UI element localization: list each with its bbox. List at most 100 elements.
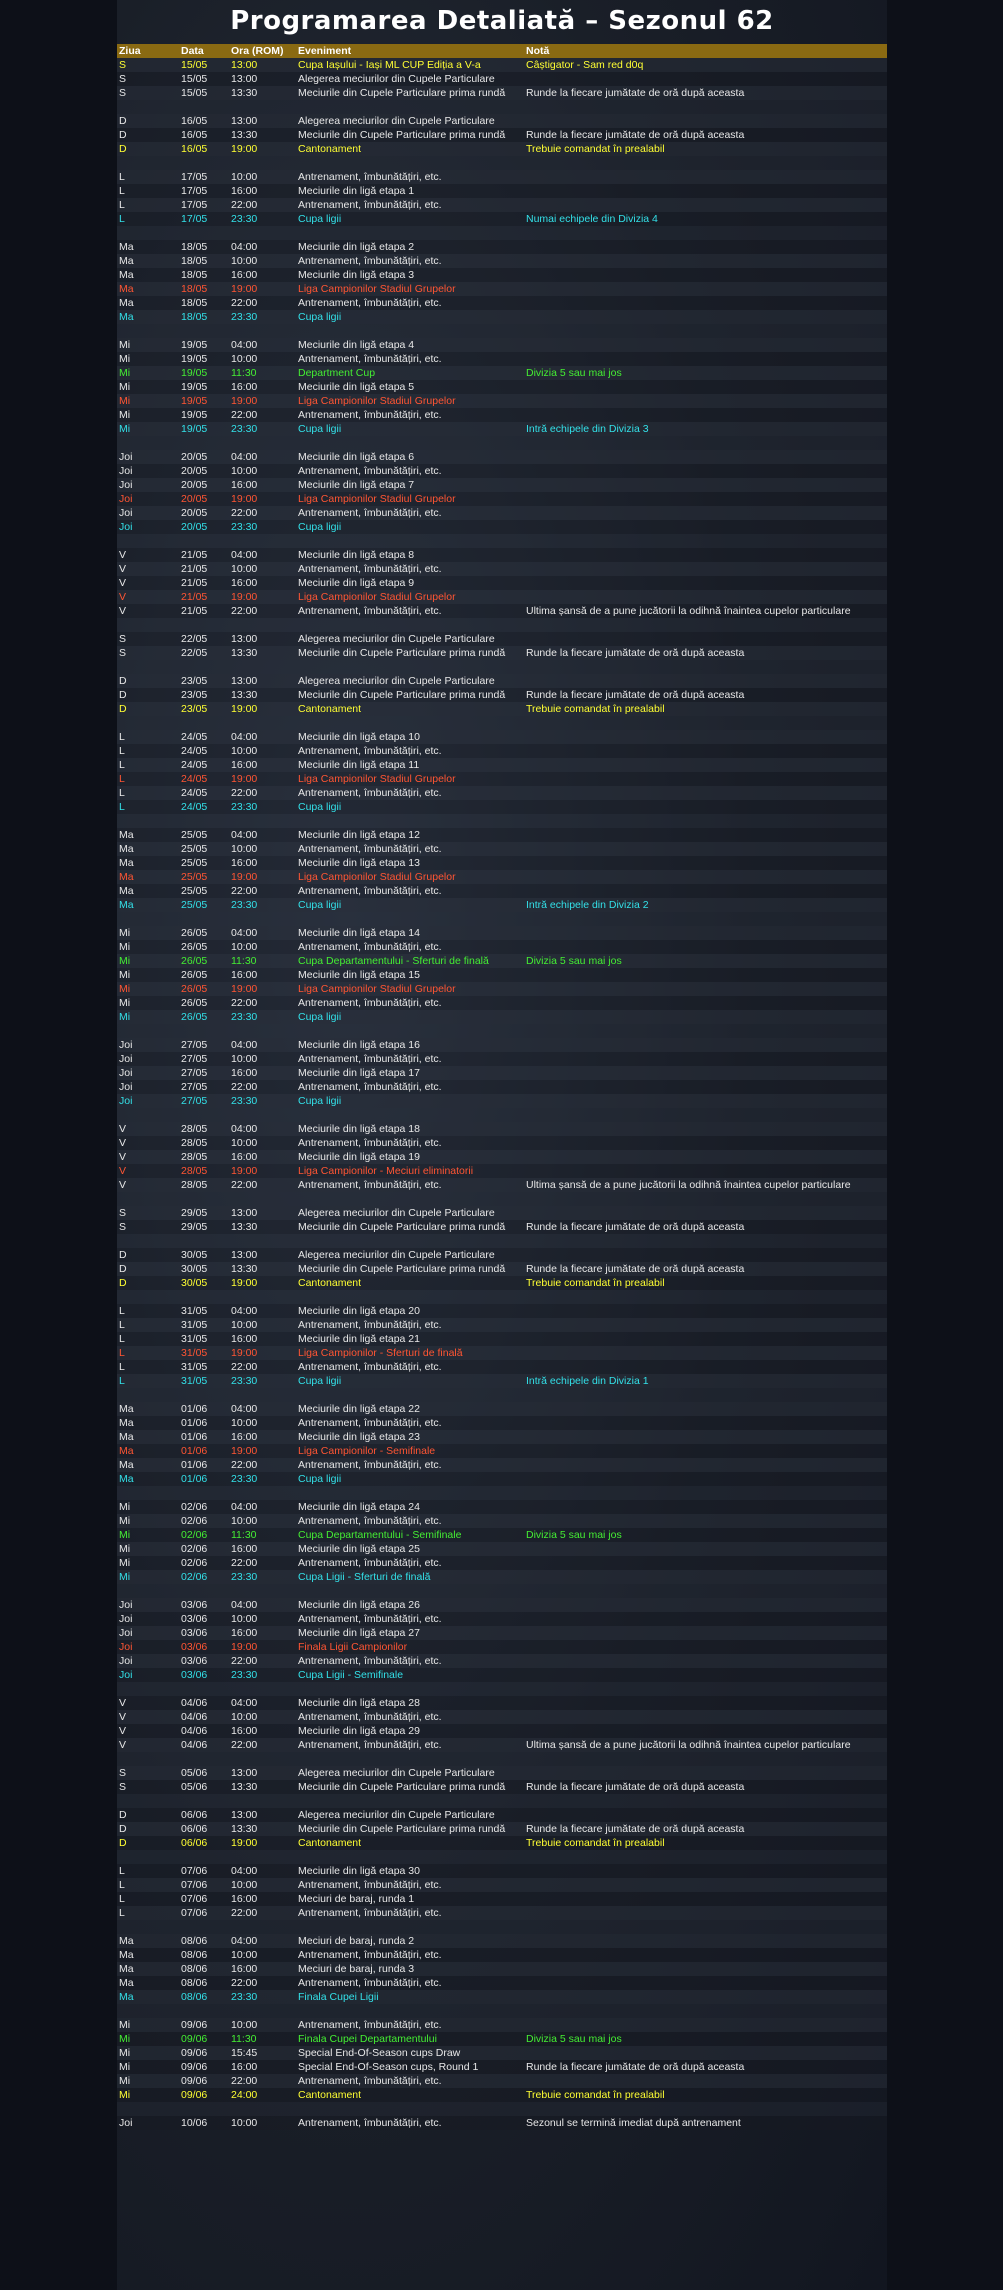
cell-note: Trebuie comandat în prealabil: [524, 2088, 887, 2102]
cell-time: 13:30: [229, 128, 296, 142]
cell-note: [524, 1556, 887, 1570]
cell-time: 13:30: [229, 1780, 296, 1794]
cell-date: 31/05: [179, 1360, 229, 1374]
table-row: V 21/05 19:00 Liga Campionilor Stadiul Grup…: [117, 590, 887, 604]
cell-event: Liga Campionilor Stadiul Grupelor: [296, 982, 524, 996]
cell-event: Antrenament, îmbunătățiri, etc.: [296, 2116, 524, 2130]
cell-day: S: [117, 72, 179, 86]
cell-time: 04:00: [229, 450, 296, 464]
cell-day: V: [117, 1164, 179, 1178]
cell-day: Mi: [117, 1514, 179, 1528]
cell-note: [524, 1206, 887, 1220]
cell-day: L: [117, 772, 179, 786]
spacer-cell: [117, 660, 887, 674]
table-row: Ma 01/06 19:00 Liga Campionilor - Semifinal…: [117, 1444, 887, 1458]
cell-event: Meciurile din ligă etapa 17: [296, 1066, 524, 1080]
cell-time: 23:30: [229, 520, 296, 534]
cell-day: Ma: [117, 254, 179, 268]
table-row: V 28/05 22:00 Antrenament, îmbunătățiri, et…: [117, 1178, 887, 1192]
table-row: Joi 27/05 10:00 Antrenament, îmbunătățiri, …: [117, 1052, 887, 1066]
cell-date: 19/05: [179, 366, 229, 380]
cell-day: Ma: [117, 1934, 179, 1948]
cell-time: 16:00: [229, 1066, 296, 1080]
cell-date: 20/05: [179, 478, 229, 492]
cell-date: 18/05: [179, 296, 229, 310]
cell-note: Divizia 5 sau mai jos: [524, 1528, 887, 1542]
cell-day: Joi: [117, 1080, 179, 1094]
cell-event: Cupa Departamentului - Semifinale: [296, 1528, 524, 1542]
cell-date: 03/06: [179, 1640, 229, 1654]
cell-time: 22:00: [229, 1738, 296, 1752]
cell-event: Antrenament, îmbunătățiri, etc.: [296, 786, 524, 800]
cell-event: Cupa Iașului - Iași ML CUP Ediția a V-a: [296, 58, 524, 72]
table-spacer-row: [117, 226, 887, 240]
cell-note: [524, 492, 887, 506]
cell-time: 10:00: [229, 744, 296, 758]
cell-date: 25/05: [179, 870, 229, 884]
cell-note: [524, 590, 887, 604]
cell-day: L: [117, 1374, 179, 1388]
table-row: V 21/05 04:00 Meciurile din ligă etapa 8: [117, 548, 887, 562]
cell-event: Antrenament, îmbunătățiri, etc.: [296, 1710, 524, 1724]
table-row: V 28/05 19:00 Liga Campionilor - Meciuri el…: [117, 1164, 887, 1178]
table-row: Mi 09/06 24:00 Cantonament Trebuie comandat …: [117, 2088, 887, 2102]
cell-time: 19:00: [229, 142, 296, 156]
cell-date: 20/05: [179, 464, 229, 478]
cell-date: 30/05: [179, 1262, 229, 1276]
cell-day: V: [117, 1710, 179, 1724]
cell-day: V: [117, 604, 179, 618]
table-row: Joi 03/06 23:30 Cupa Ligii - Semifinale: [117, 1668, 887, 1682]
cell-day: Ma: [117, 268, 179, 282]
cell-event: Meciurile din ligă etapa 27: [296, 1626, 524, 1640]
table-row: L 07/06 10:00 Antrenament, îmbunătățiri, et…: [117, 1878, 887, 1892]
cell-date: 08/06: [179, 1962, 229, 1976]
cell-time: 10:00: [229, 352, 296, 366]
cell-event: Meciurile din Cupele Particulare prima r…: [296, 1780, 524, 1794]
cell-event: Antrenament, îmbunătățiri, etc.: [296, 2018, 524, 2032]
cell-note: [524, 1444, 887, 1458]
cell-time: 22:00: [229, 884, 296, 898]
table-row: Ma 18/05 16:00 Meciurile din ligă etapa 3: [117, 268, 887, 282]
cell-note: [524, 982, 887, 996]
cell-note: Trebuie comandat în prealabil: [524, 142, 887, 156]
cell-day: Mi: [117, 338, 179, 352]
cell-day: Joi: [117, 464, 179, 478]
cell-note: [524, 1052, 887, 1066]
cell-event: Meciurile din ligă etapa 1: [296, 184, 524, 198]
cell-note: [524, 380, 887, 394]
cell-date: 02/06: [179, 1542, 229, 1556]
cell-time: 13:30: [229, 1220, 296, 1234]
cell-note: [524, 1472, 887, 1486]
cell-event: Cupa ligii: [296, 212, 524, 226]
cell-note: [524, 2046, 887, 2060]
cell-note: [524, 856, 887, 870]
cell-day: D: [117, 142, 179, 156]
cell-day: Mi: [117, 366, 179, 380]
cell-day: Joi: [117, 1612, 179, 1626]
table-spacer-row: [117, 1584, 887, 1598]
cell-date: 20/05: [179, 506, 229, 520]
cell-day: Mi: [117, 2060, 179, 2074]
cell-time: 22:00: [229, 1178, 296, 1192]
cell-day: L: [117, 1332, 179, 1346]
cell-date: 27/05: [179, 1080, 229, 1094]
cell-day: Mi: [117, 2032, 179, 2046]
cell-note: [524, 2018, 887, 2032]
cell-day: L: [117, 744, 179, 758]
cell-date: 04/06: [179, 1738, 229, 1752]
cell-note: Runde la fiecare jumătate de oră după ac…: [524, 1220, 887, 1234]
cell-note: [524, 1710, 887, 1724]
cell-date: 21/05: [179, 604, 229, 618]
cell-day: V: [117, 1696, 179, 1710]
cell-time: 16:00: [229, 1332, 296, 1346]
table-row: Mi 26/05 04:00 Meciurile din ligă etapa 14: [117, 926, 887, 940]
cell-date: 16/05: [179, 114, 229, 128]
cell-time: 13:00: [229, 58, 296, 72]
cell-date: 31/05: [179, 1304, 229, 1318]
cell-event: Cupa ligii: [296, 800, 524, 814]
table-row: L 17/05 23:30 Cupa ligii Numai echipele din …: [117, 212, 887, 226]
cell-note: [524, 1150, 887, 1164]
cell-date: 03/06: [179, 1612, 229, 1626]
cell-date: 28/05: [179, 1136, 229, 1150]
cell-date: 21/05: [179, 576, 229, 590]
